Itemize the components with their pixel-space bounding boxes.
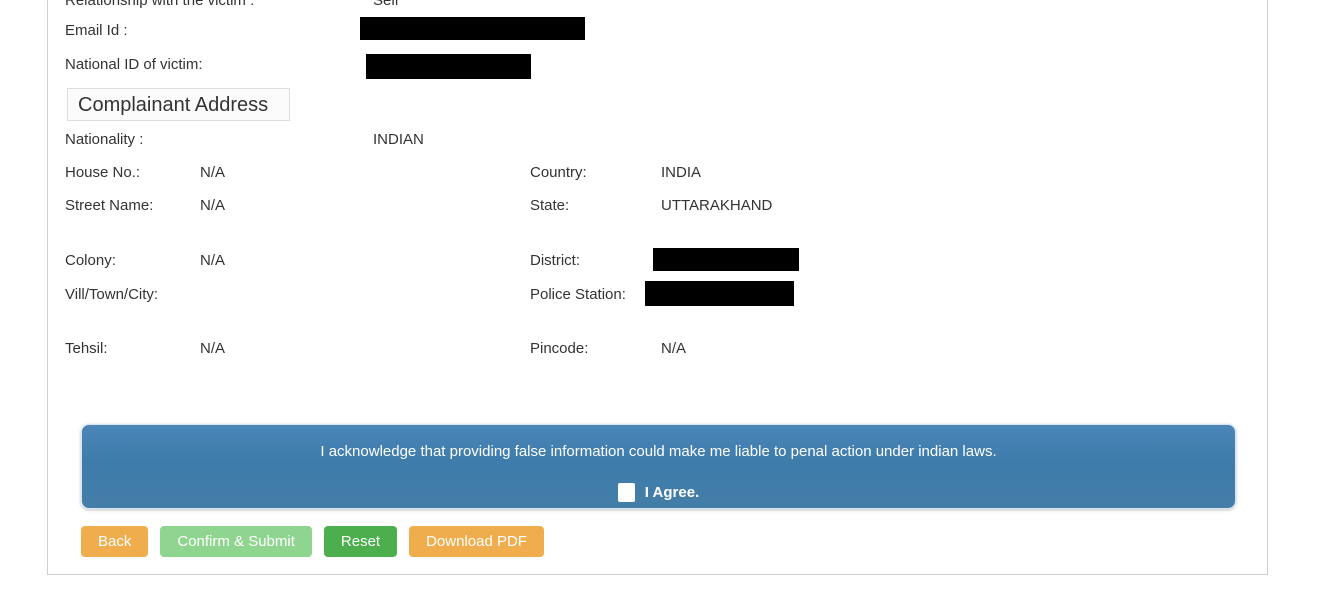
- nationality-label: Nationality :: [65, 131, 144, 148]
- tehsil-label: Tehsil:: [65, 340, 108, 357]
- i-agree-label[interactable]: I Agree.: [645, 483, 699, 502]
- district-redaction-bar: [653, 248, 799, 271]
- agree-row: I Agree.: [82, 483, 1235, 502]
- relationship-label: Relationship with the victim :: [65, 0, 255, 9]
- police-station-label: Police Station:: [530, 286, 626, 303]
- police-station-redaction-bar: [645, 281, 794, 306]
- email-id-redaction-bar: [360, 17, 585, 40]
- tehsil-value: N/A: [200, 340, 226, 357]
- national-id-redaction-bar: [366, 54, 531, 79]
- state-label: State:: [530, 197, 570, 214]
- back-button[interactable]: Back: [81, 526, 149, 557]
- pincode-value: N/A: [661, 340, 687, 357]
- nationality-value: INDIAN: [373, 131, 424, 148]
- confirm-submit-button[interactable]: Confirm & Submit: [160, 526, 312, 557]
- country-value: INDIA: [661, 164, 702, 181]
- house-no-value: N/A: [200, 164, 226, 181]
- state-value: UTTARAKHAND: [661, 197, 773, 214]
- reset-button[interactable]: Reset: [323, 526, 398, 557]
- colony-label: Colony:: [65, 252, 116, 269]
- colony-value: N/A: [200, 252, 226, 269]
- national-id-label: National ID of victim:: [65, 56, 203, 73]
- district-label: District:: [530, 252, 580, 269]
- complainant-address-section-header: Complainant Address: [67, 88, 290, 121]
- form-action-bar: Back Confirm & Submit Reset Download PDF: [81, 526, 544, 557]
- acknowledgement-banner: I acknowledge that providing false infor…: [81, 424, 1236, 509]
- vill-town-city-label: Vill/Town/City:: [65, 286, 159, 303]
- house-no-label: House No.:: [65, 164, 141, 181]
- i-agree-checkbox[interactable]: [617, 483, 635, 502]
- country-label: Country:: [530, 164, 587, 181]
- street-name-label: Street Name:: [65, 197, 154, 214]
- acknowledgement-text: I acknowledge that providing false infor…: [320, 443, 997, 460]
- relationship-value: Self: [373, 0, 399, 9]
- complaint-form-panel: Relationship with the victim : Self Emai…: [47, 0, 1268, 575]
- download-pdf-button[interactable]: Download PDF: [409, 526, 544, 557]
- email-id-label: Email Id :: [65, 22, 128, 39]
- street-name-value: N/A: [200, 197, 226, 214]
- pincode-label: Pincode:: [530, 340, 589, 357]
